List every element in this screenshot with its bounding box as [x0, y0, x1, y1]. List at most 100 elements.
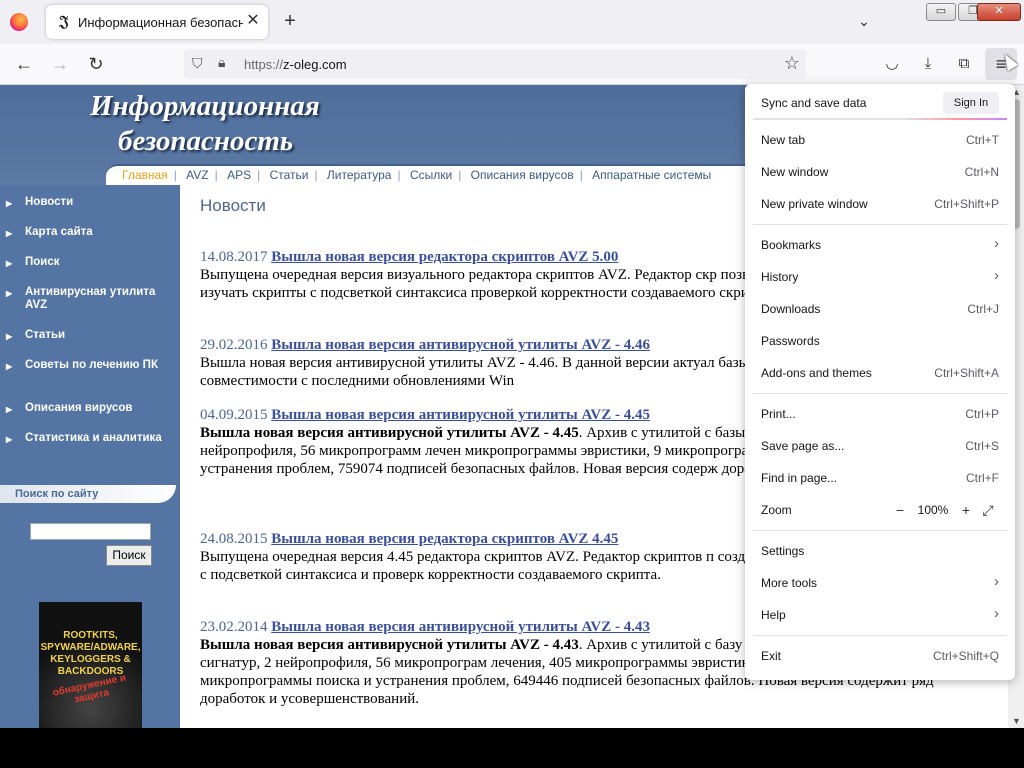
menu-item-shortcut: Ctrl+P [965, 407, 999, 421]
menu-item-label: History [761, 270, 799, 284]
menu-item-shortcut: Ctrl+N [964, 165, 999, 179]
bullet-arrow-icon: ▶ [6, 199, 13, 208]
chevron-right-icon: › [994, 605, 999, 622]
tab-bar: 𝔍 Информационная безопасность ✕ + ⌄ ▭ ❐ … [0, 0, 1024, 44]
back-arrow-icon[interactable]: ← [12, 52, 36, 76]
zoom-controls: −100% + ⤢ [889, 499, 999, 521]
left-nav-label: Статистика и аналитика [25, 432, 162, 444]
site-search-header: Поиск по сайту [0, 485, 176, 503]
menu-item-shortcut: Ctrl+Shift+P [934, 197, 999, 211]
site-search-button[interactable]: Поиск [106, 545, 152, 566]
top-nav-hardware[interactable]: Аппаратные системы [586, 168, 717, 182]
menu-item-label: Downloads [761, 302, 821, 316]
news-title-link[interactable]: Вышла новая версия редактора скриптов AV… [271, 249, 618, 265]
chevron-right-icon: › [994, 573, 999, 590]
menu-passwords[interactable]: Passwords [745, 327, 1015, 355]
sync-separator [753, 118, 1007, 120]
menu-separator [753, 224, 1007, 225]
top-nav-virus-descriptions[interactable]: Описания вирусов [465, 168, 580, 182]
tracking-protection-shield-icon[interactable]: ⛉ [192, 55, 203, 72]
news-title-link[interactable]: Вышла новая версия антивирусной утилиты … [271, 619, 650, 635]
tab-title: Информационная безопасность [78, 15, 243, 30]
menu-new-window[interactable]: New window Ctrl+N [745, 158, 1015, 186]
menu-sync[interactable]: Sync and save data Sign In [745, 87, 1015, 117]
menu-find-in-page[interactable]: Find in page... Ctrl+F [745, 464, 1015, 492]
menu-downloads[interactable]: Downloads Ctrl+J [745, 295, 1015, 323]
bookmark-star-icon[interactable]: ☆ [784, 53, 800, 74]
news-title-link[interactable]: Вышла новая версия антивирусной утилиты … [271, 337, 650, 353]
new-tab-plus-icon[interactable]: + [280, 11, 300, 31]
menu-item-label: New window [761, 165, 829, 179]
news-body-lead: Вышла новая версия антивирусной утилиты … [200, 425, 579, 441]
list-all-tabs-chevron-icon[interactable]: ⌄ [855, 12, 873, 30]
top-nav-articles[interactable]: Статьи [264, 168, 315, 182]
active-tab[interactable]: 𝔍 Информационная безопасность ✕ [46, 5, 268, 39]
menu-settings[interactable]: Settings [745, 537, 1015, 565]
menu-help[interactable]: Help › [745, 601, 1015, 629]
menu-item-label: Print... [761, 407, 796, 421]
left-nav-label: Описания вирусов [25, 402, 133, 414]
menu-separator [753, 635, 1007, 636]
menu-item-shortcut: Ctrl+Shift+A [934, 366, 999, 380]
zoom-reset-value[interactable]: 100% [911, 503, 955, 517]
sign-in-button[interactable]: Sign In [943, 92, 999, 114]
menu-bookmarks[interactable]: Bookmarks › [745, 231, 1015, 259]
close-tab-icon[interactable]: ✕ [244, 12, 262, 30]
left-nav-label: Советы по лечению ПК [25, 359, 158, 371]
bullet-arrow-icon: ▶ [6, 289, 13, 298]
top-nav-links[interactable]: Ссылки [404, 168, 458, 182]
left-nav-label: Статьи [25, 329, 66, 341]
bullet-arrow-icon: ▶ [6, 259, 13, 268]
menu-item-label: Save page as... [761, 439, 845, 453]
news-date: 29.02.2016 [200, 337, 268, 353]
scroll-down-arrow-icon[interactable]: ▼ [1012, 716, 1021, 726]
menu-history[interactable]: History › [745, 263, 1015, 291]
news-title-link[interactable]: Вышла новая версия редактора скриптов AV… [271, 531, 618, 547]
lock-icon[interactable]: 🔒︎ [218, 54, 225, 71]
zoom-in-plus-icon[interactable]: + [955, 499, 977, 521]
firefox-icon[interactable] [10, 13, 28, 31]
book-cover-image[interactable]: ROOTKITS, SPYWARE/ADWARE, KEYLOGGERS & B… [39, 602, 142, 728]
pocket-icon[interactable]: ◡ [881, 53, 903, 75]
news-body-lead: Вышла новая версия антивирусной утилиты … [200, 637, 579, 653]
site-search-input[interactable] [30, 523, 151, 540]
top-nav-literature[interactable]: Литература [321, 168, 398, 182]
menu-addons-themes[interactable]: Add-ons and themes Ctrl+Shift+A [745, 359, 1015, 387]
url-text[interactable]: https://z-oleg.com [244, 57, 347, 72]
fullscreen-expand-icon[interactable]: ⤢ [977, 499, 999, 521]
menu-item-label: Find in page... [761, 471, 838, 485]
menu-item-label: Zoom [761, 503, 792, 517]
menu-new-private-window[interactable]: New private window Ctrl+Shift+P [745, 190, 1015, 218]
menu-more-tools[interactable]: More tools › [745, 569, 1015, 597]
downloads-icon[interactable]: ⤓ [917, 53, 939, 75]
close-window-button[interactable]: ✕ [977, 3, 1021, 21]
address-bar[interactable]: ⛉ 🔒︎ https://z-oleg.com ☆ [184, 49, 806, 79]
menu-separator [753, 393, 1007, 394]
chevron-right-icon: › [994, 267, 999, 284]
reload-icon[interactable]: ↻ [84, 52, 108, 76]
forward-arrow-icon[interactable]: → [48, 52, 72, 76]
url-host: z-oleg.com [283, 57, 347, 72]
extensions-puzzle-icon[interactable]: ⧉ [953, 53, 975, 75]
menu-save-page[interactable]: Save page as... Ctrl+S [745, 432, 1015, 460]
left-nav-label: Антивирусная утилита AVZ [25, 286, 156, 311]
news-date: 14.08.2017 [200, 249, 268, 265]
book-title: ROOTKITS, SPYWARE/ADWARE, KEYLOGGERS & B… [40, 630, 141, 677]
menu-print[interactable]: Print... Ctrl+P [745, 400, 1015, 428]
news-title-link[interactable]: Вышла новая версия антивирусной утилиты … [271, 407, 650, 423]
left-nav-label: Карта сайта [25, 226, 93, 238]
top-nav-home[interactable]: Главная [116, 168, 174, 182]
minimize-window-button[interactable]: ▭ [926, 3, 956, 21]
bullet-arrow-icon: ▶ [6, 435, 13, 444]
menu-item-label: Add-ons and themes [761, 366, 872, 380]
menu-exit[interactable]: Exit Ctrl+Shift+Q [745, 642, 1015, 670]
top-nav-aps[interactable]: APS [221, 168, 257, 182]
zoom-out-minus-icon[interactable]: − [889, 499, 911, 521]
menu-item-label: More tools [761, 576, 818, 590]
menu-new-tab[interactable]: New tab Ctrl+T [745, 126, 1015, 154]
top-nav-avz[interactable]: AVZ [180, 168, 214, 182]
news-date: 23.02.2014 [200, 619, 268, 635]
bullet-arrow-icon: ▶ [6, 405, 13, 414]
bullet-arrow-icon: ▶ [6, 332, 13, 341]
menu-item-shortcut: Ctrl+J [967, 302, 999, 316]
